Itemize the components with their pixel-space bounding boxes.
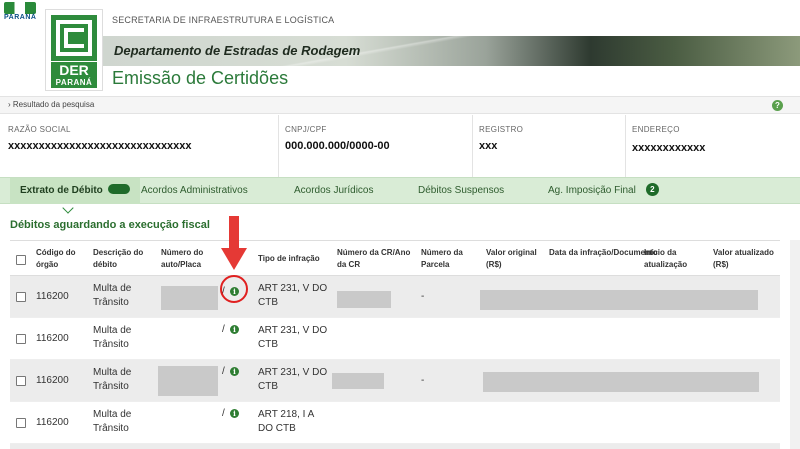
breadcrumb: › Resultado da pesquisa ? [0, 96, 800, 114]
tab-acordos-juridicos[interactable]: Acordos Jurídicos [294, 178, 373, 204]
select-all-checkbox[interactable] [16, 255, 26, 265]
header-numero-cr: Número da CR/Ano da CR [337, 248, 411, 269]
tab-label: Extrato de Débito [20, 185, 103, 196]
info-icon[interactable]: i [230, 325, 239, 334]
chevron-down-icon [62, 202, 74, 214]
department-title: Departamento de Estradas de Rodagem [114, 43, 361, 58]
redacted-values [483, 372, 759, 392]
header-descricao: Descrição do débito [93, 248, 144, 269]
tab-debitos-suspensos[interactable]: Débitos Suspensos [418, 178, 504, 204]
header-inicio: Início da atualização [644, 248, 688, 269]
row-checkbox[interactable] [16, 292, 26, 302]
table-row[interactable]: 116200 Multa de Trânsito / i ART 231, V … [10, 318, 780, 360]
parana-flag-icon [4, 2, 36, 14]
header-numero-auto: Número do auto/Placa [161, 248, 204, 269]
state-logo-text: PARANÁ [4, 14, 37, 21]
tab-extrato-de-debito[interactable]: Extrato de Débito [10, 178, 140, 204]
endereco-field: ENDEREÇO xxxxxxxxxxxx [625, 115, 800, 177]
annotation-arrow-down-icon [221, 216, 247, 270]
registro-value: xxx [479, 140, 498, 152]
table-row[interactable]: 116200 Multa de Trânsito / i ART 231, V … [10, 360, 780, 402]
page-title: Emissão de Certidões [112, 68, 289, 88]
cnpj-label: CNPJ/CPF [285, 125, 327, 134]
tab-label: Débitos Suspensos [418, 185, 505, 196]
tab-label: Acordos Administrativos [141, 185, 248, 196]
redacted-values [480, 290, 758, 310]
header-data: Data da infração/Documento [549, 248, 658, 257]
tab-label: Acordos Jurídicos [294, 185, 374, 196]
endereco-value: xxxxxxxxxxxx [632, 142, 706, 154]
header-valor-original: Valor original (R$) [486, 248, 537, 269]
header-codigo: Código do órgão [36, 248, 76, 269]
header: PARANÁ SECRETARIA DE INFRAESTRUTURA E LO… [0, 0, 800, 95]
header-tipo: Tipo de infração [258, 254, 320, 263]
info-icon[interactable]: i [230, 367, 239, 376]
cell-descricao: Multa de Trânsito [93, 409, 132, 434]
cell-tipo: ART 231, V DO CTB [258, 367, 328, 392]
cell-codigo: 116200 [36, 375, 69, 386]
cell-slash: / [222, 366, 225, 377]
cell-codigo: 116200 [36, 333, 69, 344]
cell-parcela: - [421, 375, 425, 386]
cell-descricao: Multa de Trânsito [93, 325, 132, 350]
cell-codigo: 116200 [36, 291, 69, 302]
info-icon[interactable]: i [230, 409, 239, 418]
help-icon[interactable]: ? [772, 100, 783, 111]
registro-label: REGISTRO [479, 125, 524, 134]
der-logo-brand: DER [51, 62, 97, 78]
active-pill-icon [107, 184, 130, 195]
redacted-cr-number [332, 373, 384, 389]
cell-tipo: ART 231, V DO CTB [258, 325, 328, 350]
razao-social-label: RAZÃO SOCIAL [8, 125, 71, 134]
der-logo-state: PARANÁ [51, 78, 97, 88]
der-logo[interactable]: DER PARANÁ [46, 10, 102, 90]
cell-descricao: Multa de Trânsito [93, 367, 132, 392]
secretaria-label: SECRETARIA DE INFRAESTRUTURA E LOGÍSTICA [112, 15, 335, 25]
razao-social-value: xxxxxxxxxxxxxxxxxxxxxxxxxxxxxx [8, 140, 192, 152]
entity-info-panel: RAZÃO SOCIAL xxxxxxxxxxxxxxxxxxxxxxxxxxx… [0, 115, 800, 177]
cnpj-value: 000.000.000/0000-00 [285, 140, 390, 152]
tab-count-badge: 2 [645, 182, 659, 196]
table-row[interactable]: 116200 Multa de Trânsito / i ART 218, I … [10, 402, 780, 444]
annotation-circle [220, 275, 248, 303]
section-title: Débitos aguardando a execução fiscal [10, 219, 210, 231]
tab-ag-imposicao-final[interactable]: Ag. Imposição Final 2 [548, 178, 659, 204]
redacted-cr-number [337, 291, 391, 308]
row-checkbox[interactable] [16, 418, 26, 428]
table-header: Código do órgão Descrição do débito Núme… [10, 240, 780, 276]
cell-parcela: - [421, 291, 425, 302]
der-mark-icon [51, 15, 97, 61]
row-checkbox[interactable] [16, 334, 26, 344]
breadcrumb-text[interactable]: › Resultado da pesquisa [8, 100, 94, 109]
cell-tipo: ART 218, I A DO CTB [258, 409, 314, 434]
header-parcela: Número da Parcela [421, 248, 463, 269]
redacted-auto-number [158, 366, 218, 396]
cell-codigo: 116200 [36, 417, 69, 428]
cell-slash: / [222, 324, 225, 335]
cell-descricao: Multa de Trânsito [93, 283, 132, 308]
tab-acordos-administrativos[interactable]: Acordos Administrativos [141, 178, 248, 204]
vertical-scrollbar[interactable] [790, 240, 800, 449]
parana-state-logo[interactable]: PARANÁ [0, 0, 48, 28]
table-row[interactable]: 116200 Multa de Trânsito / i ART 231, V … [10, 276, 780, 318]
tab-bar: Extrato de Débito Acordos Administrativo… [0, 177, 800, 204]
tab-label: Ag. Imposição Final [548, 185, 636, 196]
table-row[interactable] [10, 444, 780, 449]
redacted-auto-number [161, 286, 218, 310]
endereco-label: ENDEREÇO [632, 125, 680, 134]
cell-slash: / [222, 408, 225, 419]
row-checkbox[interactable] [16, 376, 26, 386]
razao-social-field: RAZÃO SOCIAL xxxxxxxxxxxxxxxxxxxxxxxxxxx… [0, 115, 278, 177]
cell-tipo: ART 231, V DO CTB [258, 283, 328, 308]
cnpj-field: CNPJ/CPF 000.000.000/0000-00 [278, 115, 472, 177]
header-valor-atualizado: Valor atualizado (R$) [713, 248, 774, 269]
registro-field: REGISTRO xxx [472, 115, 625, 177]
